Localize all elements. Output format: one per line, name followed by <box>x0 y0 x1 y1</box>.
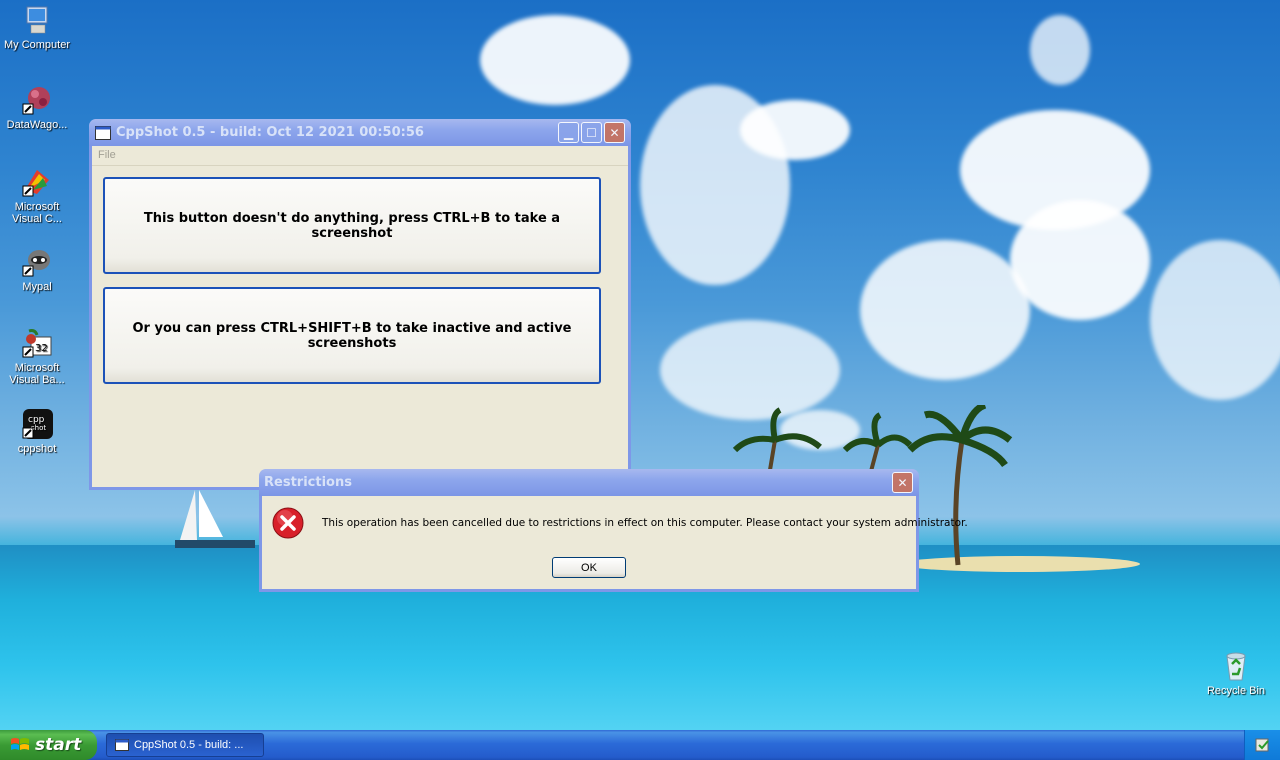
maximize-button[interactable]: ☐ <box>581 122 602 143</box>
desktop-icon-label: Microsoft Visual Ba... <box>9 362 65 386</box>
start-button[interactable]: start <box>0 730 97 760</box>
desktop-icon-label: cppshot <box>17 443 57 455</box>
dialog-body: This operation has been cancelled due to… <box>262 496 968 616</box>
inactive-active-screenshot-button[interactable]: Or you can press CTRL+SHIFT+B to take in… <box>103 287 601 384</box>
desktop-icon-cppshot[interactable]: cpp shot cppshot <box>0 408 74 455</box>
close-icon: ✕ <box>609 125 620 140</box>
safely-remove-hardware-icon[interactable] <box>1254 736 1272 754</box>
ok-button-label: OK <box>581 561 597 574</box>
desktop-icon-recycle-bin[interactable]: Recycle Bin <box>1199 650 1273 697</box>
window-app-icon <box>115 739 129 751</box>
close-button[interactable]: ✕ <box>604 122 625 143</box>
dialog-title: Restrictions <box>264 475 352 490</box>
desktop-icon-my-computer[interactable]: My Computer <box>0 4 74 51</box>
desktop-icon-mypal[interactable]: Mypal <box>0 246 74 293</box>
cloud <box>1030 15 1090 85</box>
datawago-icon <box>22 87 50 115</box>
desktop-icon-label: Mypal <box>22 281 52 293</box>
taskbar: start CppShot 0.5 - build: ... <box>0 730 1280 760</box>
desktop-icon-label: My Computer <box>3 39 71 51</box>
cppshot-icon: cppshot <box>22 409 53 439</box>
minimize-button[interactable]: ▁ <box>558 122 579 143</box>
desktop-icon-datawago[interactable]: DataWago... <box>0 84 74 131</box>
cloud <box>1010 200 1150 320</box>
ok-button[interactable]: OK <box>552 557 626 578</box>
taskbar-item-cppshot[interactable]: CppShot 0.5 - build: ... <box>106 733 264 757</box>
maximize-icon: ☐ <box>586 125 597 140</box>
recycle-bin-icon <box>1226 652 1246 681</box>
cloud <box>860 240 1030 380</box>
dialog-titlebar[interactable]: Restrictions ✕ <box>259 469 919 496</box>
dialog-close-button[interactable]: ✕ <box>892 472 913 493</box>
cloud <box>740 100 850 160</box>
desktop-icon-label: DataWago... <box>6 119 68 131</box>
mypal-icon <box>22 250 50 277</box>
menubar: File <box>92 146 628 166</box>
error-icon <box>272 507 304 539</box>
windows-flag-icon <box>11 738 29 750</box>
desktop-icon-visual-c[interactable]: Microsoft Visual C... <box>0 166 74 225</box>
desktop-icon-visual-basic[interactable]: 32 Microsoft Visual Ba... <box>0 327 74 386</box>
desktop-icon-label: Microsoft Visual C... <box>12 201 62 225</box>
window-app-icon <box>95 125 111 140</box>
desktop: My Computer DataWago... Microsoft Visual… <box>0 0 1280 730</box>
visual-c-icon <box>22 170 49 197</box>
taskbar-item-label: CppShot 0.5 - build: ... <box>134 739 244 751</box>
cloud <box>480 15 630 105</box>
menu-file[interactable]: File <box>98 149 116 161</box>
start-label: start <box>35 735 82 755</box>
restrictions-dialog: Restrictions ✕ This operation has been c… <box>259 469 968 592</box>
svg-text:32: 32 <box>35 343 48 354</box>
screenshot-button-label: This button doesn't do anything, press C… <box>143 210 561 241</box>
inactive-active-button-label: Or you can press CTRL+SHIFT+B to take in… <box>132 320 572 351</box>
dialog-message: This operation has been cancelled due to… <box>322 517 968 529</box>
minimize-icon: ▁ <box>563 125 574 140</box>
cloud <box>1150 240 1280 400</box>
window-title: CppShot 0.5 - build: Oct 12 2021 00:50:5… <box>116 125 424 140</box>
system-tray <box>1244 730 1280 760</box>
screenshot-button[interactable]: This button doesn't do anything, press C… <box>103 177 601 274</box>
cppshot-window: CppShot 0.5 - build: Oct 12 2021 00:50:5… <box>89 119 631 490</box>
computer-icon <box>26 6 48 34</box>
desktop-icon-label: Recycle Bin <box>1206 685 1266 697</box>
visual-basic-icon: 32 <box>22 329 52 358</box>
cppshot-titlebar[interactable]: CppShot 0.5 - build: Oct 12 2021 00:50:5… <box>89 119 631 146</box>
sailboat <box>175 490 255 548</box>
close-icon: ✕ <box>897 475 908 490</box>
